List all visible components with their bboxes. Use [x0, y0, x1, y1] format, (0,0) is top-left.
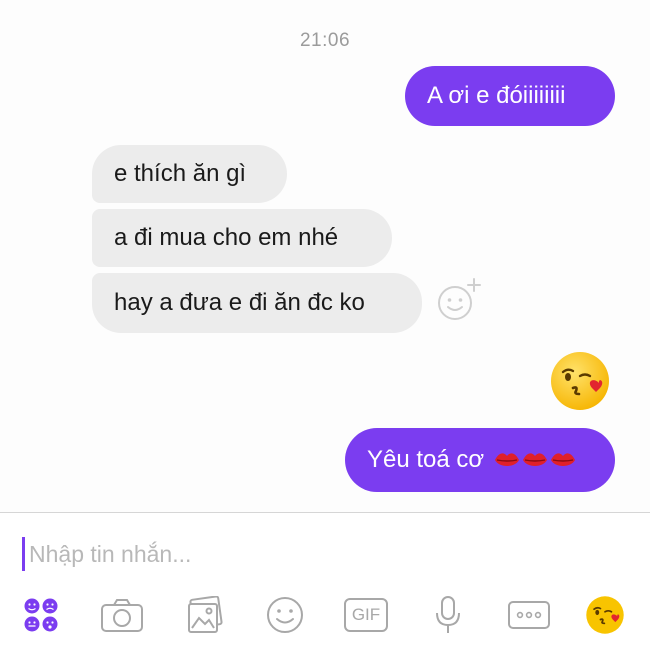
kissing-face-with-heart-icon[interactable] [549, 350, 611, 412]
gif-icon[interactable]: GIF [341, 590, 391, 640]
message-text: A ơi e đóiiiiiiii [427, 82, 566, 109]
message-timestamp: 21:06 [299, 30, 351, 51]
incoming-message[interactable]: hay a đưa e đi ăn đc ko [92, 273, 422, 333]
microphone-icon[interactable] [423, 590, 473, 640]
more-icon[interactable] [504, 590, 554, 640]
message-text: hay a đưa e đi ăn đc ko [114, 289, 365, 316]
composer-toolbar: GIF [0, 590, 650, 640]
gallery-icon[interactable] [180, 590, 230, 640]
incoming-message[interactable]: e thích ăn gì [92, 145, 287, 203]
message-placeholder: Nhập tin nhắn... [29, 540, 192, 567]
message-text: Yêu toá cơ [367, 446, 485, 473]
chat-area: 21:06 A ơi e đóiiiiiiii e thích ăn gì a … [0, 0, 650, 512]
apps-icon[interactable] [16, 590, 66, 640]
text-caret [22, 537, 25, 571]
incoming-message[interactable]: a đi mua cho em nhé [92, 209, 392, 267]
message-input[interactable]: Nhập tin nhắn... [22, 534, 622, 574]
camera-icon[interactable] [97, 590, 147, 640]
add-reaction-icon[interactable] [436, 276, 482, 322]
outgoing-message[interactable]: Yêu toá cơ [345, 428, 615, 492]
emoji-icon[interactable] [260, 590, 310, 640]
message-text: a đi mua cho em nhé [114, 224, 339, 251]
composer-divider [0, 512, 650, 513]
message-text: e thích ăn gì [114, 160, 247, 187]
kiss-lips-icon [551, 453, 576, 466]
kiss-lips-icon [523, 453, 548, 466]
kiss-lips-icon [495, 453, 520, 466]
kiss-emoji-group [494, 451, 576, 469]
quick-emoji-icon[interactable] [580, 590, 630, 640]
gif-label: GIF [344, 598, 388, 632]
outgoing-message[interactable]: A ơi e đóiiiiiiii [405, 66, 615, 126]
